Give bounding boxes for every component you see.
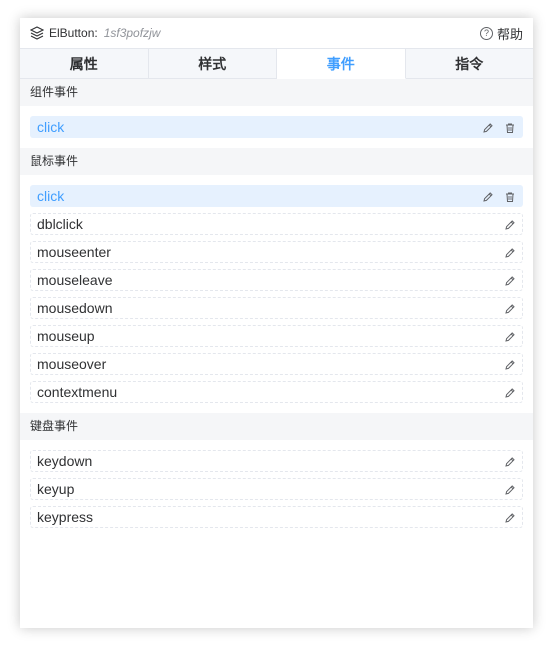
section-title-keyboard-events: 键盘事件 (20, 413, 533, 440)
tab-events[interactable]: 事件 (277, 48, 406, 79)
trash-icon[interactable] (504, 121, 516, 133)
panel-header: ElButton: 1sf3pofzjw ? 帮助 (20, 18, 533, 48)
event-name: mouseup (37, 328, 95, 344)
event-name: mouseleave (37, 272, 113, 288)
pencil-icon[interactable] (504, 218, 516, 230)
event-row-keydown[interactable]: keydown (30, 450, 523, 472)
event-name: dblclick (37, 216, 83, 232)
component-id: 1sf3pofzjw (103, 26, 161, 40)
help-icon: ? (479, 26, 493, 40)
section-title-component-events: 组件事件 (20, 79, 533, 106)
pencil-icon[interactable] (504, 455, 516, 467)
event-name: mouseenter (37, 244, 111, 260)
event-row-contextmenu[interactable]: contextmenu (30, 381, 523, 403)
event-row-keypress[interactable]: keypress (30, 506, 523, 528)
tab-styles[interactable]: 样式 (148, 48, 277, 78)
component-events-list: click (20, 106, 533, 148)
pencil-icon[interactable] (504, 274, 516, 286)
tab-directives[interactable]: 指令 (405, 48, 533, 78)
event-row-keyup[interactable]: keyup (30, 478, 523, 500)
event-name: click (37, 119, 65, 135)
event-panel: ElButton: 1sf3pofzjw ? 帮助 属性 样式 事件 指令 组件… (20, 18, 533, 628)
trash-icon[interactable] (504, 190, 516, 202)
layers-icon (30, 26, 44, 40)
keyboard-events-list: keydown keyup keypress (20, 440, 533, 538)
event-row-click[interactable]: click (30, 185, 523, 207)
section-title-mouse-events: 鼠标事件 (20, 148, 533, 175)
component-type-label: ElButton: (49, 26, 98, 40)
pencil-icon[interactable] (504, 330, 516, 342)
event-name: keypress (37, 509, 94, 525)
help-button[interactable]: ? 帮助 (479, 24, 523, 43)
event-row-mouseleave[interactable]: mouseleave (30, 269, 523, 291)
pencil-icon[interactable] (504, 483, 516, 495)
event-name: contextmenu (37, 384, 118, 400)
pencil-icon[interactable] (504, 302, 516, 314)
pencil-icon[interactable] (482, 121, 494, 133)
event-name: keydown (37, 453, 93, 469)
event-name: keyup (37, 481, 75, 497)
pencil-icon[interactable] (504, 246, 516, 258)
event-name: click (37, 188, 65, 204)
event-row-mouseup[interactable]: mouseup (30, 325, 523, 347)
event-row-click[interactable]: click (30, 116, 523, 138)
pencil-icon[interactable] (504, 386, 516, 398)
event-row-dblclick[interactable]: dblclick (30, 213, 523, 235)
event-name: mousedown (37, 300, 113, 316)
event-row-mouseover[interactable]: mouseover (30, 353, 523, 375)
event-name: mouseover (37, 356, 107, 372)
event-row-mouseenter[interactable]: mouseenter (30, 241, 523, 263)
pencil-icon[interactable] (482, 190, 494, 202)
event-row-mousedown[interactable]: mousedown (30, 297, 523, 319)
pencil-icon[interactable] (504, 358, 516, 370)
mouse-events-list: click dblclick mouseenter mouseleave mousedo… (20, 175, 533, 413)
tab-properties[interactable]: 属性 (20, 48, 149, 78)
pencil-icon[interactable] (504, 511, 516, 523)
tab-bar: 属性 样式 事件 指令 (20, 48, 533, 79)
help-label: 帮助 (496, 26, 523, 42)
